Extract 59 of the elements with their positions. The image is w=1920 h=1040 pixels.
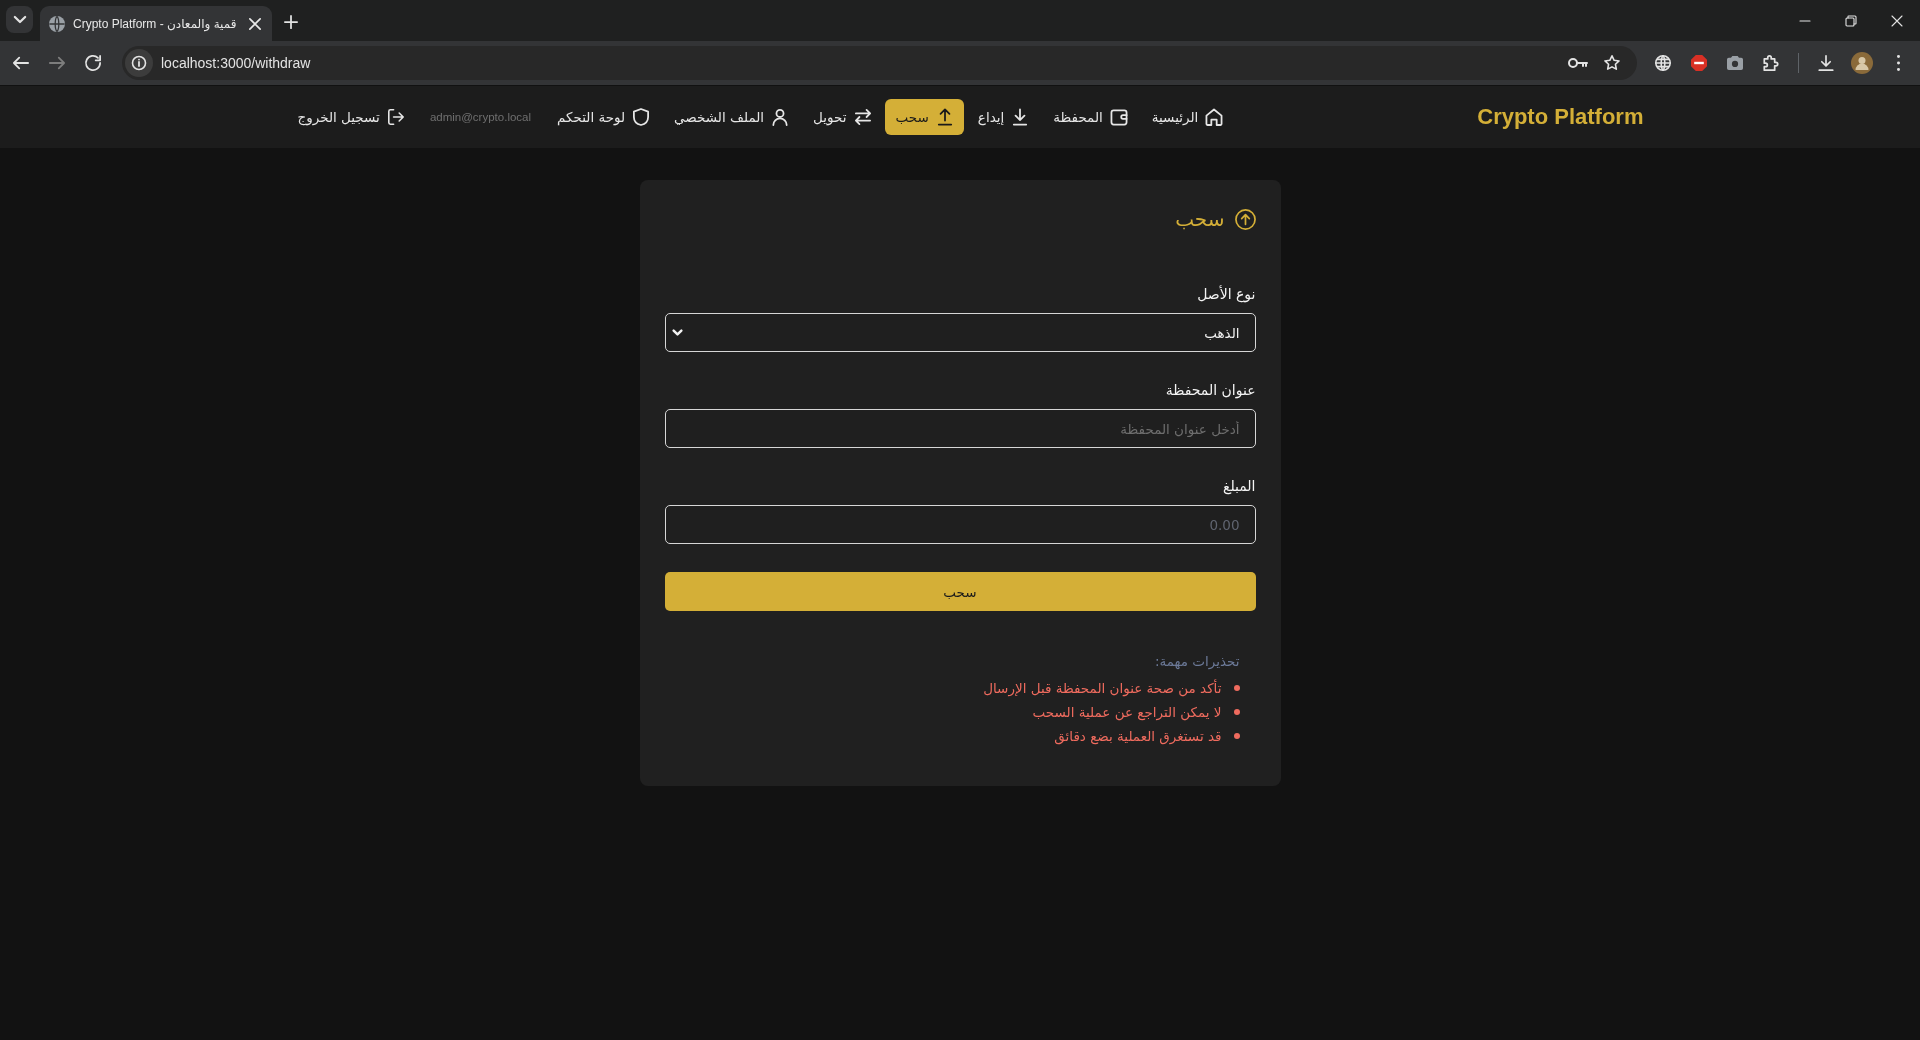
shield-icon (633, 109, 650, 125)
card-title: سحب (1175, 206, 1225, 233)
info-icon[interactable] (125, 49, 153, 77)
field-label: المبلغ (1222, 477, 1256, 496)
download-icon (1818, 55, 1834, 71)
browser-tab[interactable]: Crypto Platform - قمية والمعادن (40, 6, 272, 41)
tab-search-button[interactable] (6, 6, 33, 33)
bullet-icon (1233, 709, 1240, 715)
logout-link[interactable]: تسجيل الخروج (286, 99, 415, 135)
bullet-icon (1233, 685, 1240, 691)
nav-link[interactable]: تحويل (802, 99, 882, 135)
warnings-heading: تحذيرات مهمة: (1154, 652, 1240, 671)
user-icon (772, 109, 789, 125)
arrow-up-circle-icon (1234, 208, 1256, 230)
chevron-down-icon (13, 16, 26, 23)
plus-icon[interactable] (284, 15, 298, 29)
nav-link[interactable]: إيداع (966, 99, 1040, 135)
field-label: عنوان المحفظة (1165, 381, 1256, 400)
forward-arrow-icon (49, 55, 65, 71)
warning-text: تأكد من صحة عنوان المحفظة قبل الإرسال (983, 680, 1222, 696)
logout-icon (387, 109, 404, 125)
minimize-icon (1799, 19, 1811, 22)
chevron-down-icon (672, 330, 682, 335)
bullet-icon (1233, 733, 1240, 739)
warning-text: لا يمكن التراجع عن عملية السحب (1032, 704, 1222, 720)
warning-text: قد تستغرق العملية بضع دقائق (1054, 728, 1222, 744)
logo[interactable]: Crypto Platform (1477, 104, 1644, 130)
camera-icon (1727, 55, 1743, 71)
withdraw-button[interactable]: سحب (664, 572, 1256, 611)
star-icon[interactable] (1604, 55, 1620, 71)
stop-sign-icon (1691, 55, 1707, 71)
select-field[interactable]: الذهب (664, 313, 1256, 352)
wallet-icon (1110, 109, 1127, 125)
nav-link[interactable]: لوحة التحكم (546, 99, 661, 135)
field-label: نوع الأصل (1197, 284, 1256, 304)
number-input[interactable]: 0.00 (664, 505, 1256, 544)
nav-link[interactable]: الرئيسية (1140, 99, 1234, 135)
swap-arrows-icon (854, 109, 871, 125)
download-icon (1012, 109, 1029, 125)
key-icon[interactable] (1568, 58, 1588, 68)
home-icon (1206, 109, 1223, 125)
puzzle-icon (1763, 55, 1779, 71)
avatar-icon (1851, 52, 1873, 74)
back-arrow-icon (13, 55, 29, 71)
close-icon (1891, 14, 1903, 27)
globe-icon (1655, 55, 1671, 71)
url-text[interactable]: localhost:3000/withdraw (161, 55, 311, 71)
nav-link[interactable]: المحفظة (1042, 99, 1138, 135)
upload-icon (936, 109, 953, 125)
text-input[interactable]: أدخل عنوان المحفظة (664, 409, 1256, 448)
reload-icon (85, 55, 101, 71)
nav-link[interactable]: سحب (884, 99, 964, 135)
restore-icon (1845, 14, 1857, 27)
address-bar[interactable]: localhost:3000/withdraw (122, 46, 1637, 80)
close-icon[interactable] (249, 17, 261, 30)
more-icon (1896, 55, 1900, 71)
nav-link[interactable]: الملف الشخصي (663, 99, 800, 135)
globe-icon (49, 15, 65, 32)
user-email: admin@crypto.local (428, 111, 533, 123)
